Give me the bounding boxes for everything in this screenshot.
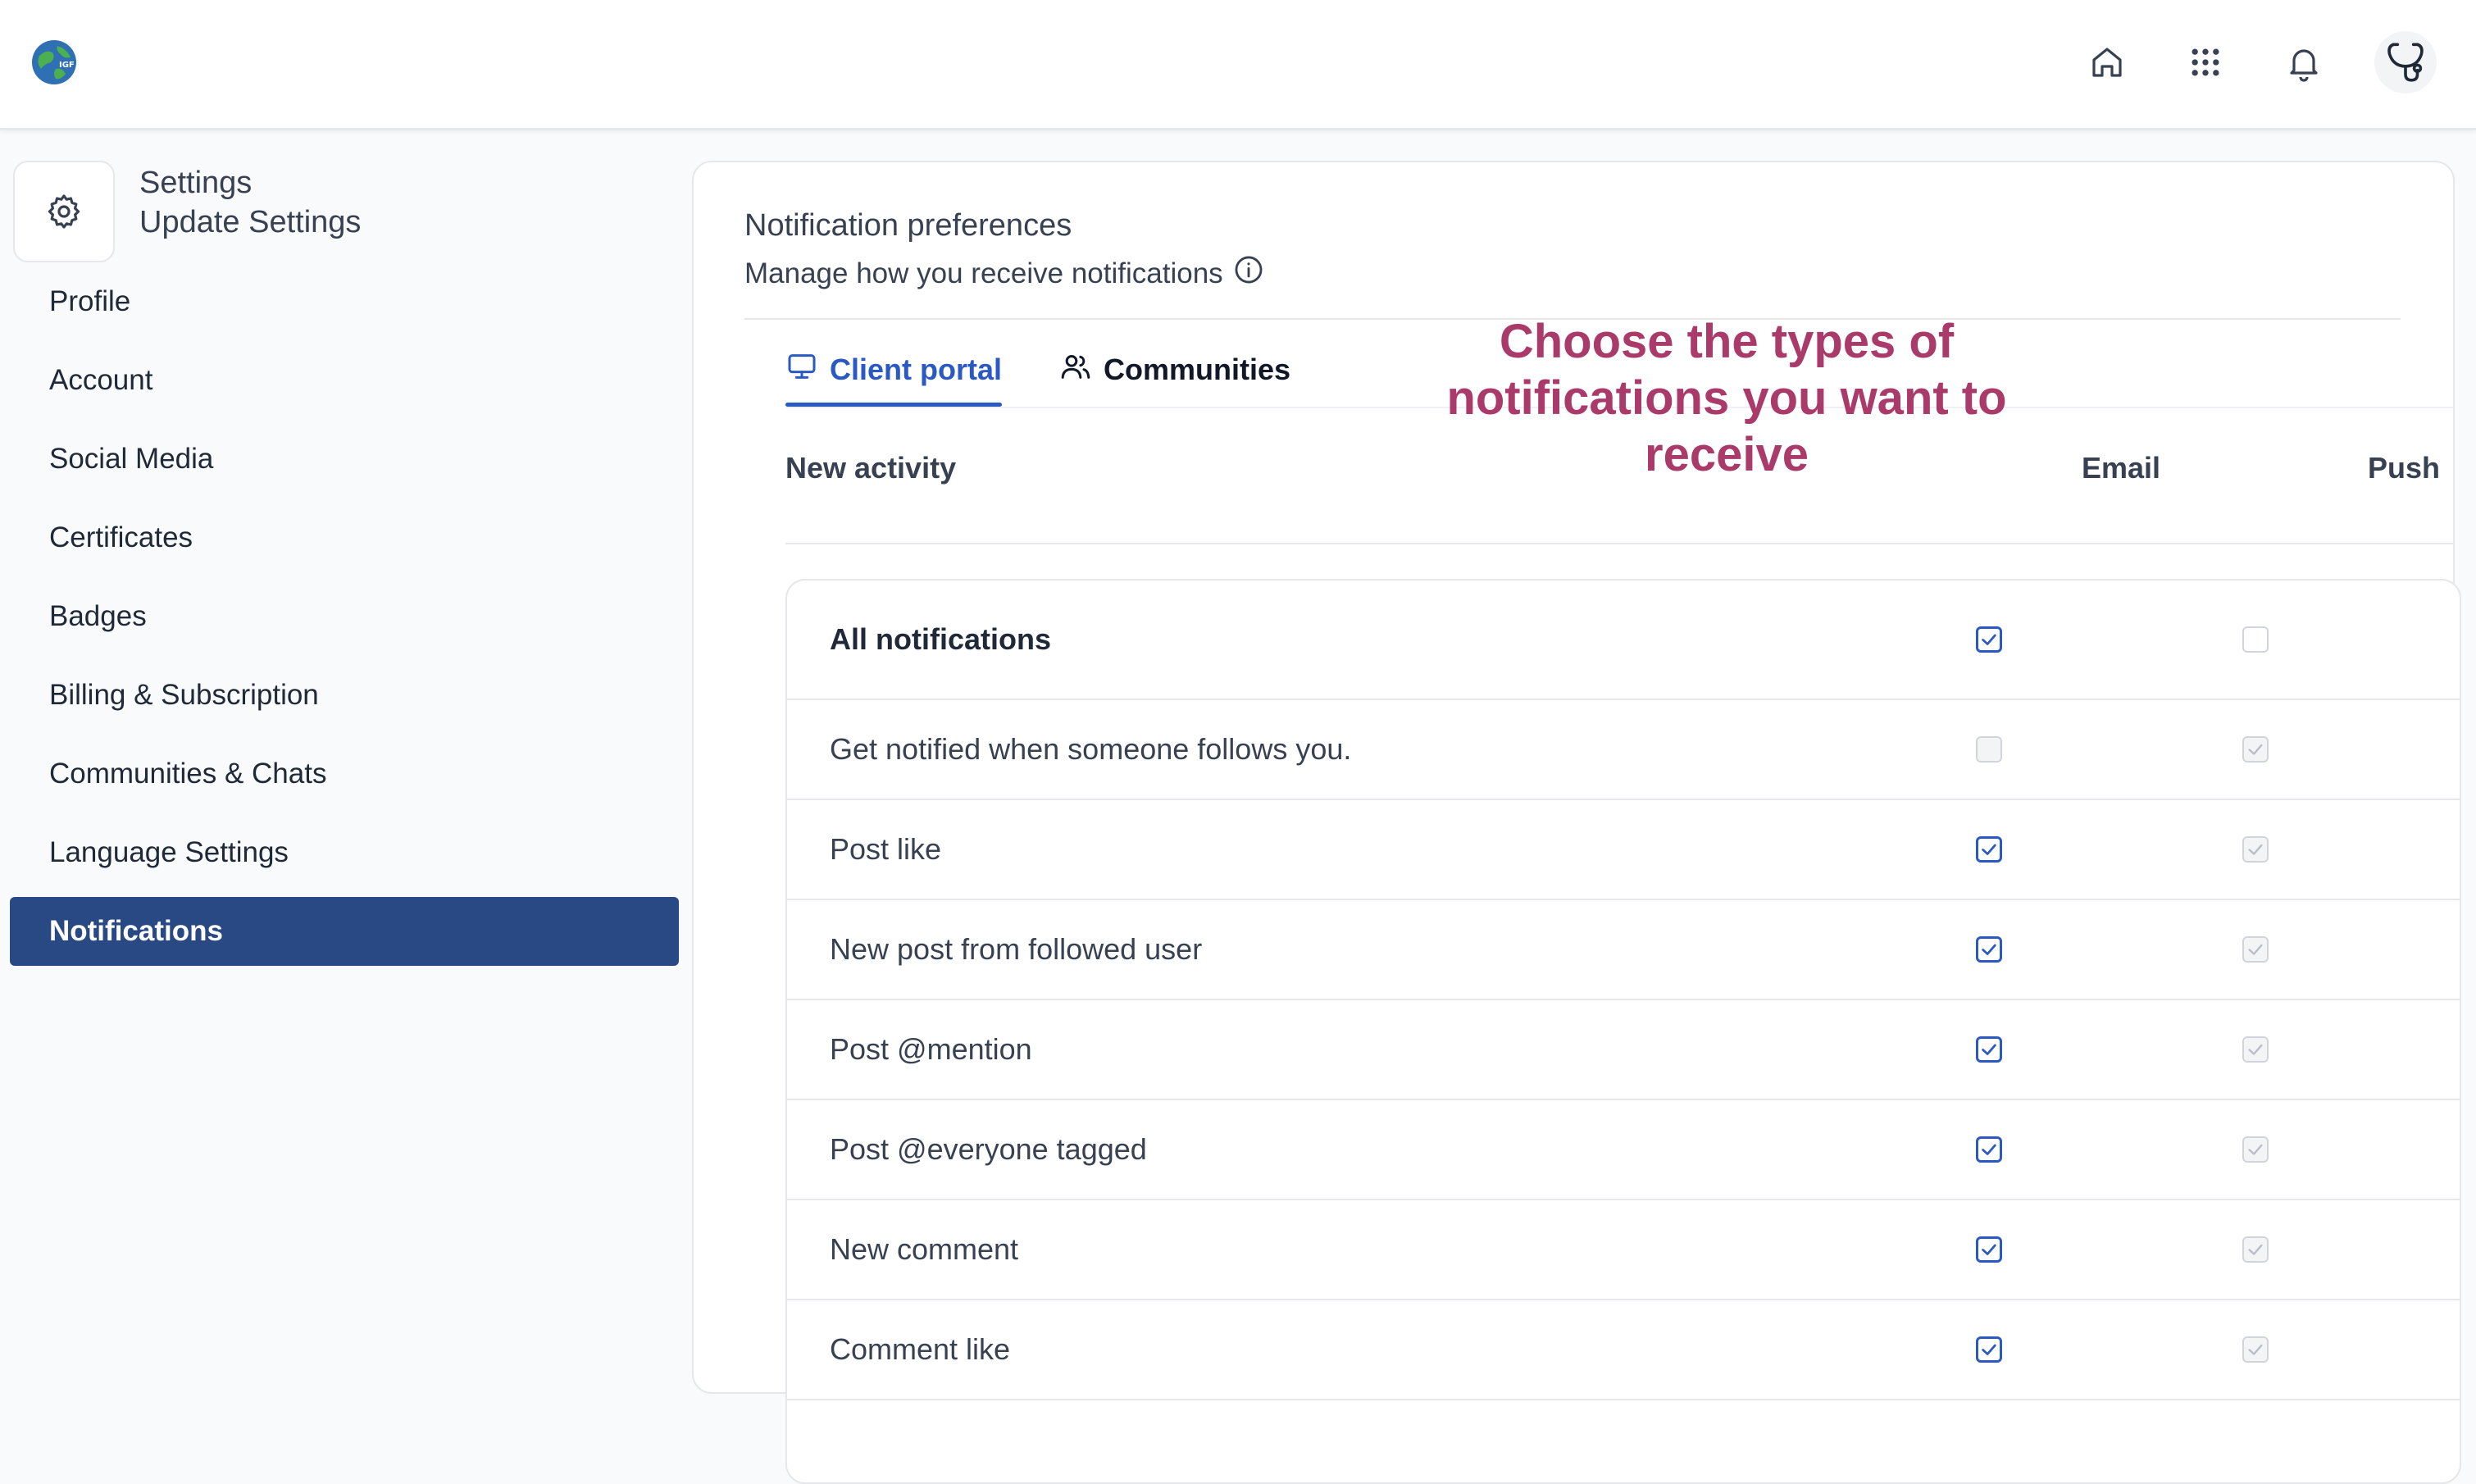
check-icon <box>2248 1144 2263 1155</box>
monitor-icon <box>785 350 818 390</box>
email-checkbox[interactable] <box>1976 1336 2002 1363</box>
table-row: Post like <box>787 800 2460 900</box>
email-checkbox[interactable] <box>1976 736 2002 762</box>
sidebar-item-notifications[interactable]: Notifications <box>10 897 679 966</box>
info-icon[interactable] <box>1233 254 1264 293</box>
page-subtitle: Manage how you receive notifications <box>744 254 1264 293</box>
table-row: Post @everyone tagged <box>787 1100 2460 1200</box>
divider <box>785 543 2453 544</box>
push-checkbox[interactable] <box>2242 1136 2269 1163</box>
row-label: New post from followed user <box>830 932 1203 966</box>
row-label: Post like <box>830 832 942 866</box>
page-subtitle-text: Manage how you receive notifications <box>744 257 1223 289</box>
check-icon <box>2248 1344 2263 1355</box>
email-checkbox[interactable] <box>1976 836 2002 863</box>
sidebar-item-social-media[interactable]: Social Media <box>10 425 679 494</box>
page-title: Notification preferences <box>744 208 1072 243</box>
push-checkbox[interactable] <box>2242 1336 2269 1363</box>
email-checkbox[interactable] <box>1976 936 2002 963</box>
row-label: All notifications <box>830 622 1051 656</box>
sidebar-item-badges[interactable]: Badges <box>10 582 679 651</box>
push-checkbox[interactable] <box>2242 836 2269 863</box>
email-checkbox[interactable] <box>1976 1036 2002 1063</box>
row-label: New comment <box>830 1232 1019 1266</box>
users-icon <box>1059 350 1092 390</box>
check-icon <box>2248 944 2263 955</box>
settings-nav: Profile Account Social Media Certificate… <box>10 267 679 976</box>
sidebar-item-account[interactable]: Account <box>10 346 679 415</box>
check-icon <box>1982 844 1996 855</box>
tab-label: Communities <box>1104 353 1291 386</box>
gear-icon <box>13 161 115 262</box>
sidebar-item-communities-chats[interactable]: Communities & Chats <box>10 740 679 808</box>
email-checkbox[interactable] <box>1976 1136 2002 1163</box>
sidebar-item-profile[interactable]: Profile <box>10 267 679 336</box>
tab-bar: Client portal Communities <box>785 333 1290 407</box>
top-bar: IGF <box>0 0 2476 130</box>
callout-annotation: Choose the types of notifications you wa… <box>1446 315 2007 481</box>
settings-title: Settings <box>139 166 253 200</box>
check-icon <box>1982 944 1996 955</box>
tab-client-portal[interactable]: Client portal <box>785 333 1003 407</box>
tab-label: Client portal <box>830 353 1003 386</box>
table-row: Comment like <box>787 1300 2460 1400</box>
email-checkbox[interactable] <box>1976 1236 2002 1263</box>
row-label: Comment like <box>830 1332 1011 1366</box>
tab-communities[interactable]: Communities <box>1059 333 1290 407</box>
push-checkbox[interactable] <box>2242 1236 2269 1263</box>
settings-header: Settings Update Settings <box>13 161 685 262</box>
column-header-activity: New activity <box>785 451 957 485</box>
push-checkbox[interactable] <box>2242 936 2269 963</box>
sidebar-item-certificates[interactable]: Certificates <box>10 503 679 572</box>
check-icon <box>1982 1044 1996 1055</box>
settings-subtitle: Update Settings <box>139 205 362 239</box>
table-row: New comment <box>787 1200 2460 1300</box>
check-icon <box>2248 744 2263 755</box>
sidebar-item-billing[interactable]: Billing & Subscription <box>10 661 679 730</box>
bell-icon[interactable] <box>2278 36 2330 89</box>
email-checkbox[interactable] <box>1976 626 2002 653</box>
notification-list: All notifications Get notified when some… <box>785 579 2461 1484</box>
table-row: Get notified when someone follows you. <box>787 700 2460 800</box>
row-label: Post @mention <box>830 1032 1032 1066</box>
check-icon <box>1982 1344 1996 1355</box>
row-label: Post @everyone tagged <box>830 1132 1147 1166</box>
column-header-email: Email <box>2082 451 2161 485</box>
check-icon <box>2248 1244 2263 1255</box>
globe-logo[interactable]: IGF <box>31 39 77 85</box>
push-checkbox[interactable] <box>2242 736 2269 762</box>
home-icon[interactable] <box>2081 36 2133 89</box>
check-icon <box>1982 1244 1996 1255</box>
avatar[interactable] <box>2374 31 2437 93</box>
check-icon <box>2248 1044 2263 1055</box>
check-icon <box>2248 844 2263 855</box>
sidebar-item-language[interactable]: Language Settings <box>10 818 679 887</box>
table-row: Post @mention <box>787 1000 2460 1100</box>
push-checkbox[interactable] <box>2242 1036 2269 1063</box>
row-label: Get notified when someone follows you. <box>830 732 1352 766</box>
table-row: New post from followed user <box>787 900 2460 1000</box>
check-icon <box>1982 1144 1996 1155</box>
table-row: All notifications <box>787 580 2460 700</box>
column-header-push: Push <box>2368 451 2441 485</box>
svg-text:IGF: IGF <box>59 61 75 70</box>
check-icon <box>1982 634 1996 645</box>
push-checkbox[interactable] <box>2242 626 2269 653</box>
apps-grid-icon[interactable] <box>2179 36 2232 89</box>
